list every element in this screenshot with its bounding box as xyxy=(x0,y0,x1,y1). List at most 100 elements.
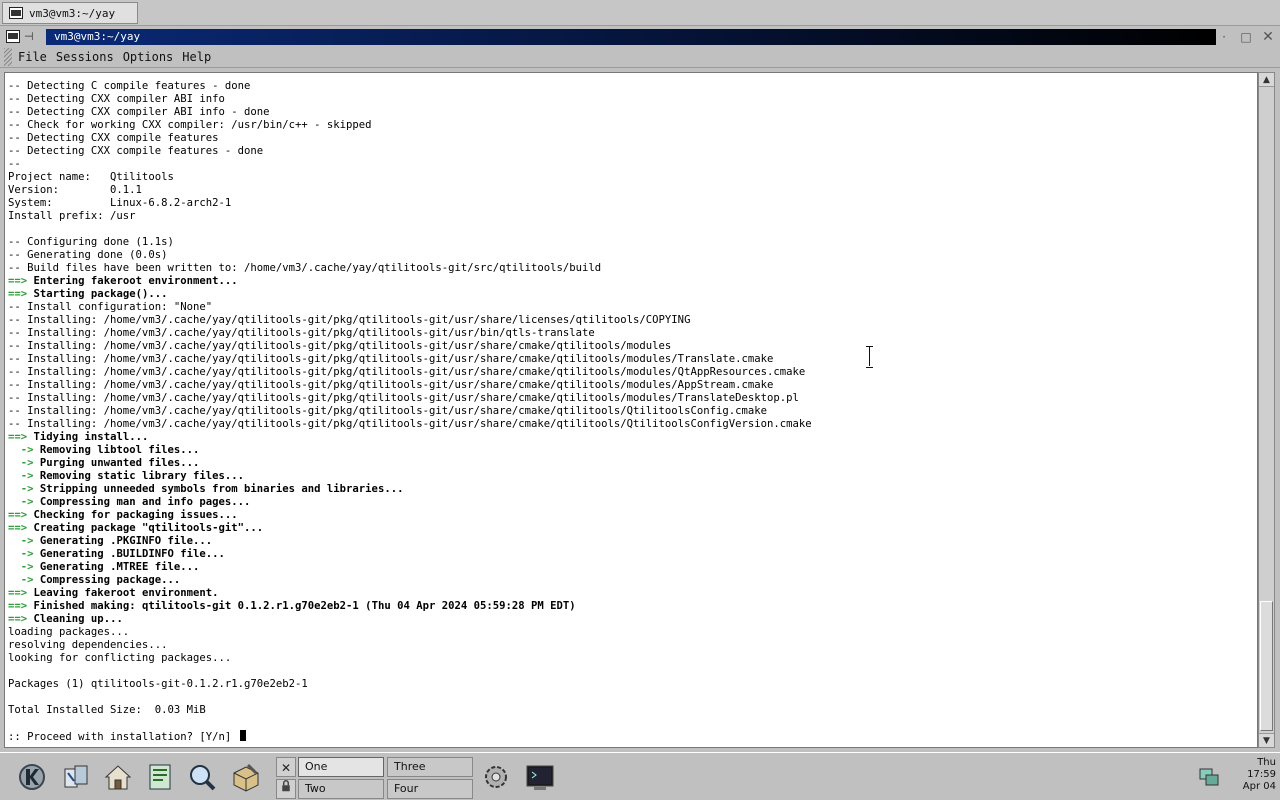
desktop-pager-icon[interactable] xyxy=(58,759,94,795)
sub-arrow: -> xyxy=(8,470,34,482)
clock-day: Thu xyxy=(1257,757,1276,768)
terminal-line: -> Stripping unneeded symbols from binar… xyxy=(8,483,812,496)
main-arrow: ==> xyxy=(8,613,28,625)
desktop-three[interactable]: Three xyxy=(387,757,473,777)
lock-icon xyxy=(282,780,290,792)
scroll-up-button[interactable]: ▲ xyxy=(1259,73,1274,87)
terminal-line-text: loading packages... xyxy=(8,626,130,638)
terminal-launcher-icon[interactable] xyxy=(522,759,558,795)
terminal-icon xyxy=(9,7,23,19)
install-prompt: :: Proceed with installation? [Y/n] xyxy=(8,731,238,743)
terminal-line-text: Compressing package... xyxy=(39,574,181,586)
text-cursor xyxy=(239,730,246,741)
terminal-line-text: Purging unwanted files... xyxy=(39,457,200,469)
terminal-line: ==> Leaving fakeroot environment. xyxy=(8,587,812,600)
terminal-line-text: -- Installing: /home/vm3/.cache/yay/qtil… xyxy=(8,314,691,326)
terminal-line: ==> Creating package "qtilitools-git"... xyxy=(8,522,812,535)
menubar-grip[interactable] xyxy=(4,47,12,66)
terminal-line-text: -- Installing: /home/vm3/.cache/yay/qtil… xyxy=(8,392,799,404)
scroll-down-button[interactable]: ▼ xyxy=(1259,733,1274,747)
terminal-line: -- Installing: /home/vm3/.cache/yay/qtil… xyxy=(8,340,812,353)
terminal-line: Packages (1) qtilitools-git-0.1.2.r1.g70… xyxy=(8,678,812,691)
title-bar[interactable]: ⊣ vm3@vm3:~/yay · □ ✕ xyxy=(4,28,1276,46)
terminal-line-text: -- Detecting CXX compile features - done xyxy=(8,145,264,157)
terminal-line: -- Install configuration: "None" xyxy=(8,301,812,314)
terminal-line: -- Installing: /home/vm3/.cache/yay/qtil… xyxy=(8,392,812,405)
terminal-line: Total Installed Size: 0.03 MiB xyxy=(8,704,812,717)
terminal-line: -- Installing: /home/vm3/.cache/yay/qtil… xyxy=(8,327,812,340)
package-tool-icon[interactable] xyxy=(228,759,264,795)
sub-arrow: -> xyxy=(8,548,34,560)
terminal-line-text: -- xyxy=(8,158,21,170)
find-files-icon[interactable] xyxy=(184,759,220,795)
terminal-line-text: -- Detecting CXX compile features xyxy=(8,132,219,144)
terminal-line-text: -- Detecting CXX compiler ABI info - don… xyxy=(8,106,270,118)
terminal-line: ==> Cleaning up... xyxy=(8,613,812,626)
terminal-line-text: Starting package()... xyxy=(33,288,168,300)
terminal-line: ==> Tidying install... xyxy=(8,431,812,444)
terminal-line: -- Check for working CXX compiler: /usr/… xyxy=(8,119,812,132)
desktop-two[interactable]: Two xyxy=(298,779,384,799)
maximize-button[interactable]: □ xyxy=(1238,29,1254,45)
terminal-line-text: -- Installing: /home/vm3/.cache/yay/qtil… xyxy=(8,353,774,365)
terminal-line: ==> Checking for packaging issues... xyxy=(8,509,812,522)
terminal-line-text: Stripping unneeded symbols from binaries… xyxy=(39,483,404,495)
sticky-pin-icon[interactable]: ⊣ xyxy=(24,30,38,43)
k-menu-icon[interactable] xyxy=(14,759,50,795)
main-arrow: ==> xyxy=(8,587,28,599)
menu-file[interactable]: File xyxy=(18,50,47,64)
terminal-line-text: Tidying install... xyxy=(33,431,149,443)
terminal-line-text: -- Check for working CXX compiler: /usr/… xyxy=(8,119,372,131)
desktop-one[interactable]: One xyxy=(298,757,384,777)
terminal-lines: -- Detecting C compile features - done --… xyxy=(8,80,812,743)
terminal-line: -- Installing: /home/vm3/.cache/yay/qtil… xyxy=(8,353,812,366)
terminal-line: -> Purging unwanted files... xyxy=(8,457,812,470)
window-title: vm3@vm3:~/yay xyxy=(54,30,141,43)
main-arrow: ==> xyxy=(8,288,28,300)
menu-sessions[interactable]: Sessions xyxy=(56,50,114,64)
terminal-line-text: Generating .MTREE file... xyxy=(39,561,200,573)
home-folder-icon[interactable] xyxy=(100,759,136,795)
network-tray-icon[interactable] xyxy=(1198,765,1220,789)
terminal-line: -> Generating .MTREE file... xyxy=(8,561,812,574)
terminal-line: looking for conflicting packages... xyxy=(8,652,812,665)
menu-help[interactable]: Help xyxy=(182,50,211,64)
window-menu-icon[interactable] xyxy=(6,30,20,43)
terminal-line-text: -- Configuring done (1.1s) xyxy=(8,236,174,248)
terminal-output[interactable]: -- Detecting C compile features - done --… xyxy=(4,72,1258,748)
clock-date: Apr 04 xyxy=(1242,781,1276,792)
menu-options[interactable]: Options xyxy=(123,50,174,64)
terminal-line-text: Cleaning up... xyxy=(33,613,123,625)
terminal-line: resolving dependencies... xyxy=(8,639,812,652)
terminal-line-text: -- Generating done (0.0s) xyxy=(8,249,168,261)
scroll-thumb[interactable] xyxy=(1260,601,1273,731)
terminal-line-text: -- Installing: /home/vm3/.cache/yay/qtil… xyxy=(8,327,595,339)
terminal-line-text: -- Build files have been written to: /ho… xyxy=(8,262,602,274)
close-desktop-button[interactable]: ✕ xyxy=(276,757,296,777)
terminal-line: ==> Starting package()... xyxy=(8,288,812,301)
minimize-button[interactable]: · xyxy=(1216,29,1232,45)
sub-arrow: -> xyxy=(8,444,34,456)
title-gradient xyxy=(46,29,1216,45)
terminal-line: -- Configuring done (1.1s) xyxy=(8,236,812,249)
terminal-line-text: Project name: Qtilitools xyxy=(8,171,174,183)
terminal-line: -- Detecting CXX compile features - done xyxy=(8,145,812,158)
terminal-line-text: Version: 0.1.1 xyxy=(8,184,142,196)
lock-screen-button[interactable] xyxy=(276,779,296,799)
terminal-line: ==> Entering fakeroot environment... xyxy=(8,275,812,288)
vertical-scrollbar[interactable]: ▲ ▼ xyxy=(1258,72,1275,748)
terminal-line: -- Detecting CXX compiler ABI info - don… xyxy=(8,106,812,119)
text-editor-icon[interactable] xyxy=(142,759,178,795)
terminal-line: -- Detecting C compile features - done xyxy=(8,80,812,93)
taskbar-window-button[interactable]: vm3@vm3:~/yay xyxy=(2,2,138,24)
close-button[interactable]: ✕ xyxy=(1260,29,1276,45)
clock[interactable]: Thu 17:59 Apr 04 xyxy=(1222,757,1276,797)
desktop-four[interactable]: Four xyxy=(387,779,473,799)
settings-gear-icon[interactable] xyxy=(478,759,514,795)
terminal-window: ⊣ vm3@vm3:~/yay · □ ✕ File Sessions Opti… xyxy=(0,26,1280,752)
sub-arrow: -> xyxy=(8,535,34,547)
menu-bar: File Sessions Options Help xyxy=(0,46,1280,68)
terminal-line: -- Installing: /home/vm3/.cache/yay/qtil… xyxy=(8,405,812,418)
